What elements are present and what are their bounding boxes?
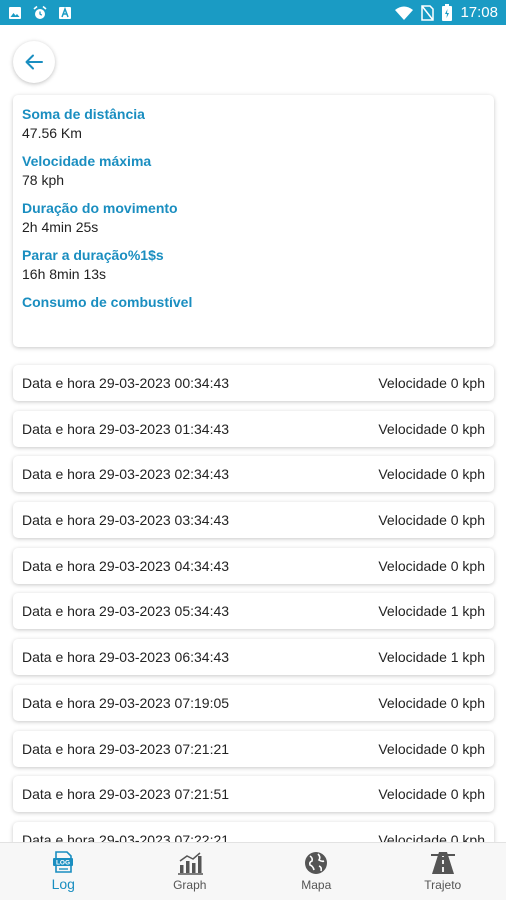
- summary-label: Velocidade máxima: [22, 153, 152, 169]
- log-datetime: Data e hora 29-03-2023 07:21:21: [22, 740, 230, 757]
- no-sim-icon: [421, 4, 435, 21]
- log-icon: LOG: [53, 851, 74, 873]
- nav-label-trajeto: Trajeto: [424, 878, 462, 892]
- log-speed: Velocidade 0 kph: [378, 831, 485, 842]
- log-row[interactable]: Data e hora 29-03-2023 02:34:43 Velocidad…: [13, 456, 494, 493]
- svg-text:LOG: LOG: [56, 860, 70, 867]
- log-list: Data e hora 29-03-2023 00:34:43 Velocidad…: [13, 365, 494, 842]
- log-datetime: Data e hora 29-03-2023 07:19:05: [22, 694, 230, 711]
- log-datetime: Data e hora 29-03-2023 07:21:51: [22, 786, 230, 803]
- summary-item-distance: Soma de distância 47.56 Km: [22, 105, 485, 143]
- log-speed: Velocidade 0 kph: [378, 420, 485, 437]
- log-speed: Velocidade 0 kph: [378, 694, 485, 711]
- log-datetime: Data e hora 29-03-2023 07:22:21: [22, 831, 230, 842]
- bottom-nav: LOG Log Graph Mapa Trajeto: [0, 842, 506, 900]
- summary-item-fuel: Consumo de combustível: [22, 293, 485, 311]
- nav-item-graph[interactable]: Graph: [127, 843, 254, 900]
- log-row[interactable]: Data e hora 29-03-2023 07:21:21 Velocidad…: [13, 730, 494, 767]
- globe-icon: [305, 852, 328, 874]
- summary-label: Soma de distância: [22, 106, 145, 122]
- summary-value: 78 kph: [22, 172, 65, 188]
- summary-card: Soma de distância 47.56 Km Velocidade má…: [13, 95, 494, 347]
- summary-label: Consumo de combustível: [22, 294, 193, 310]
- nav-item-mapa[interactable]: Mapa: [253, 843, 380, 900]
- log-row[interactable]: Data e hora 29-03-2023 06:34:43 Velocidad…: [13, 639, 494, 676]
- log-speed: Velocidade 1 kph: [378, 649, 485, 666]
- log-speed: Velocidade 0 kph: [378, 512, 485, 529]
- summary-value: 16h 8min 13s: [22, 266, 107, 282]
- log-speed: Velocidade 0 kph: [378, 466, 485, 483]
- log-datetime: Data e hora 29-03-2023 03:34:43: [22, 512, 230, 529]
- wifi-icon: [395, 6, 414, 20]
- log-row[interactable]: Data e hora 29-03-2023 01:34:43 Velocidad…: [13, 410, 494, 447]
- summary-item-move-duration: Duração do movimento 2h 4min 25s: [22, 199, 485, 237]
- log-row[interactable]: Data e hora 29-03-2023 05:34:43 Velocidad…: [13, 593, 494, 630]
- road-icon: [430, 852, 455, 874]
- nav-item-log[interactable]: LOG Log: [0, 843, 127, 900]
- summary-label: Duração do movimento: [22, 200, 178, 216]
- summary-value: 2h 4min 25s: [22, 219, 99, 235]
- summary-value: 47.56 Km: [22, 125, 82, 141]
- log-datetime: Data e hora 29-03-2023 02:34:43: [22, 466, 230, 483]
- image-notification-icon: [8, 6, 22, 20]
- status-time: 17:08: [460, 4, 498, 21]
- nav-label-mapa: Mapa: [301, 878, 332, 892]
- summary-item-stop-duration: Parar a duração%1$s 16h 8min 13s: [22, 246, 485, 284]
- battery-icon: [442, 4, 453, 21]
- log-speed: Velocidade 0 kph: [378, 786, 485, 803]
- log-row[interactable]: Data e hora 29-03-2023 07:19:05 Velocidad…: [13, 684, 494, 721]
- log-row[interactable]: Data e hora 29-03-2023 04:34:43 Velocidad…: [13, 547, 494, 584]
- arrow-left-icon: [25, 54, 43, 70]
- log-row[interactable]: Data e hora 29-03-2023 07:22:21 Velocidad…: [13, 821, 494, 842]
- summary-label: Parar a duração%1$s: [22, 247, 164, 263]
- log-row[interactable]: Data e hora 29-03-2023 00:34:43 Velocidad…: [13, 365, 494, 401]
- log-speed: Velocidade 0 kph: [378, 740, 485, 757]
- nav-label-graph: Graph: [173, 878, 207, 892]
- log-speed: Velocidade 1 kph: [378, 603, 485, 620]
- back-button[interactable]: [13, 41, 55, 83]
- main-content: Soma de distância 47.56 Km Velocidade má…: [0, 25, 506, 842]
- status-bar: 17:08: [0, 0, 506, 25]
- log-datetime: Data e hora 29-03-2023 06:34:43: [22, 649, 230, 666]
- nav-item-trajeto[interactable]: Trajeto: [380, 843, 506, 900]
- log-speed: Velocidade 0 kph: [378, 375, 485, 391]
- app-notification-icon: [58, 6, 72, 20]
- graph-icon: [177, 852, 203, 875]
- log-datetime: Data e hora 29-03-2023 04:34:43: [22, 557, 230, 574]
- log-datetime: Data e hora 29-03-2023 01:34:43: [22, 420, 230, 437]
- log-datetime: Data e hora 29-03-2023 05:34:43: [22, 603, 230, 620]
- summary-item-max-speed: Velocidade máxima 78 kph: [22, 152, 485, 190]
- log-row[interactable]: Data e hora 29-03-2023 07:21:51 Velocidad…: [13, 776, 494, 813]
- log-speed: Velocidade 0 kph: [378, 557, 485, 574]
- alarm-icon: [32, 5, 48, 21]
- log-row[interactable]: Data e hora 29-03-2023 03:34:43 Velocidad…: [13, 502, 494, 539]
- nav-label-log: Log: [51, 876, 75, 892]
- log-datetime: Data e hora 29-03-2023 00:34:43: [22, 375, 230, 391]
